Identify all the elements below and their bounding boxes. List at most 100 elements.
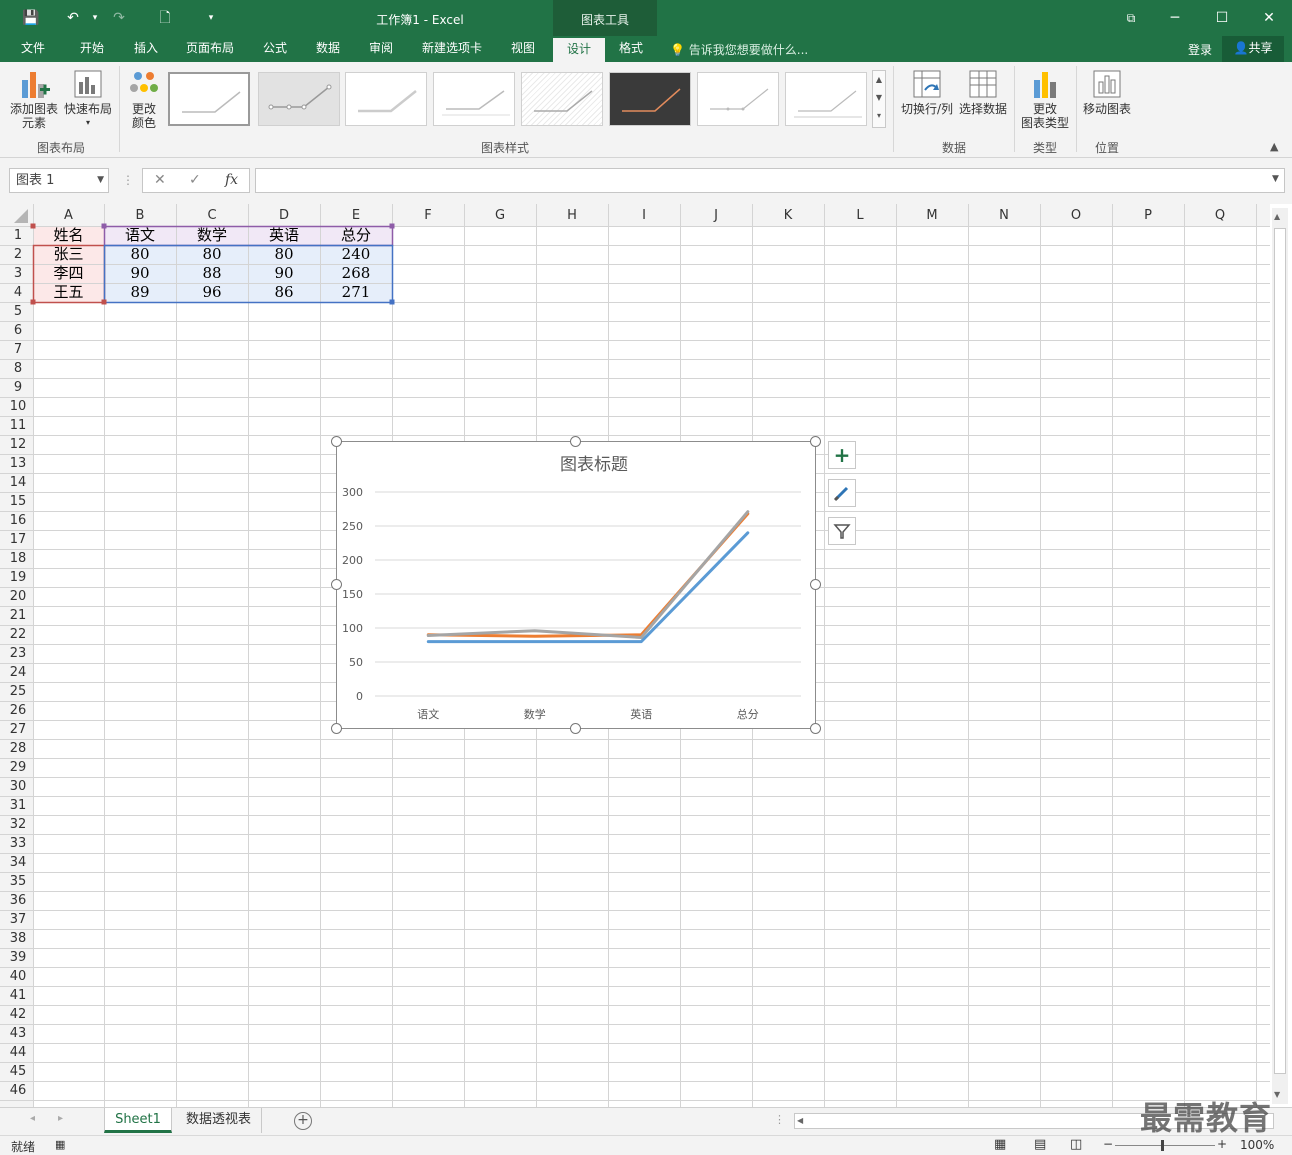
column-header[interactable]: M xyxy=(896,206,968,225)
vertical-scrollbar[interactable]: ▲ ▼ xyxy=(1272,208,1288,1104)
collapse-ribbon-icon[interactable]: ▲ xyxy=(1270,140,1278,153)
column-header[interactable]: N xyxy=(968,206,1040,225)
row-header[interactable]: 10 xyxy=(4,397,32,416)
row-header[interactable]: 9 xyxy=(4,378,32,397)
row-header[interactable]: 5 xyxy=(4,302,32,321)
row-header[interactable]: 19 xyxy=(4,568,32,587)
cell-D2[interactable]: 80 xyxy=(248,245,320,264)
row-header[interactable]: 42 xyxy=(4,1005,32,1024)
cell-C2[interactable]: 80 xyxy=(176,245,248,264)
series-line-1[interactable] xyxy=(426,531,750,644)
tab-file[interactable]: 文件 xyxy=(10,36,56,62)
zoom-slider-thumb[interactable] xyxy=(1161,1140,1164,1151)
tab-format[interactable]: 格式 xyxy=(608,36,654,62)
insert-function-icon[interactable]: fx xyxy=(225,172,238,188)
column-header[interactable]: Q xyxy=(1184,206,1256,225)
column-header[interactable]: G xyxy=(464,206,536,225)
zoom-in-icon[interactable]: + xyxy=(1217,1137,1227,1151)
resize-handle[interactable] xyxy=(331,579,342,590)
page-break-view-icon[interactable]: ◫ xyxy=(1070,1137,1082,1152)
row-header[interactable]: 37 xyxy=(4,910,32,929)
row-header[interactable]: 30 xyxy=(4,777,32,796)
row-header[interactable]: 39 xyxy=(4,948,32,967)
resize-handle[interactable] xyxy=(810,723,821,734)
scroll-left-icon[interactable]: ◀ xyxy=(797,1114,803,1128)
column-header[interactable]: O xyxy=(1040,206,1112,225)
cell-B3[interactable]: 90 xyxy=(104,264,176,283)
row-header[interactable]: 6 xyxy=(4,321,32,340)
normal-view-icon[interactable]: ▦ xyxy=(994,1137,1006,1152)
column-header[interactable]: P xyxy=(1112,206,1184,225)
tell-me-search[interactable]: 💡 告诉我您想要做什么... xyxy=(670,41,808,58)
row-header[interactable]: 23 xyxy=(4,644,32,663)
add-sheet-icon[interactable]: + xyxy=(294,1112,312,1130)
cell-A2[interactable]: 张三 xyxy=(33,245,104,264)
tab-design[interactable]: 设计 xyxy=(553,36,605,62)
zoom-out-icon[interactable]: − xyxy=(1103,1137,1113,1151)
resize-handle[interactable] xyxy=(331,723,342,734)
chart-style-8[interactable] xyxy=(785,72,867,126)
formula-input[interactable] xyxy=(255,168,1285,193)
row-header[interactable]: 36 xyxy=(4,891,32,910)
next-sheet-icon[interactable]: ▸ xyxy=(58,1113,63,1124)
column-header[interactable]: J xyxy=(680,206,752,225)
cell-A4[interactable]: 王五 xyxy=(33,283,104,302)
row-header[interactable]: 11 xyxy=(4,416,32,435)
ribbon-display-icon[interactable]: ⧉ xyxy=(1116,8,1146,28)
tab-review[interactable]: 审阅 xyxy=(360,36,402,62)
row-header[interactable]: 3 xyxy=(4,264,32,283)
scroll-down-icon[interactable]: ▼ xyxy=(1274,1090,1280,1099)
row-header[interactable]: 26 xyxy=(4,701,32,720)
tab-insert[interactable]: 插入 xyxy=(124,36,168,62)
column-header[interactable]: B xyxy=(104,206,176,225)
resize-handle[interactable] xyxy=(810,436,821,447)
cell-B1[interactable]: 语文 xyxy=(104,226,176,245)
row-header[interactable]: 45 xyxy=(4,1062,32,1081)
select-data-button[interactable]: 选择数据 xyxy=(956,68,1010,116)
cell-D4[interactable]: 86 xyxy=(248,283,320,302)
row-header[interactable]: 22 xyxy=(4,625,32,644)
vertical-scroll-thumb[interactable] xyxy=(1274,228,1286,1074)
maximize-icon[interactable]: ☐ xyxy=(1207,8,1237,28)
row-header[interactable]: 33 xyxy=(4,834,32,853)
row-header[interactable]: 41 xyxy=(4,986,32,1005)
row-header[interactable]: 32 xyxy=(4,815,32,834)
chart-filter-icon[interactable] xyxy=(828,517,856,545)
tab-data[interactable]: 数据 xyxy=(306,36,350,62)
tab-formulas[interactable]: 公式 xyxy=(254,36,296,62)
macro-record-icon[interactable]: ▦ xyxy=(55,1138,65,1151)
switch-row-column-button[interactable]: 切换行/列 xyxy=(898,68,956,116)
row-header[interactable]: 17 xyxy=(4,530,32,549)
row-header[interactable]: 16 xyxy=(4,511,32,530)
cell-E4[interactable]: 271 xyxy=(320,283,392,302)
row-header[interactable]: 46 xyxy=(4,1081,32,1100)
sign-in-link[interactable]: 登录 xyxy=(1188,41,1212,58)
tab-page-layout[interactable]: 页面布局 xyxy=(178,36,242,62)
row-header[interactable]: 2 xyxy=(4,245,32,264)
row-header[interactable]: 28 xyxy=(4,739,32,758)
row-header[interactable]: 1 xyxy=(4,226,32,245)
row-header[interactable]: 13 xyxy=(4,454,32,473)
row-header[interactable]: 15 xyxy=(4,492,32,511)
cell-B2[interactable]: 80 xyxy=(104,245,176,264)
row-header[interactable]: 31 xyxy=(4,796,32,815)
chart-title[interactable]: 图表标题 xyxy=(560,455,628,475)
resize-handle[interactable] xyxy=(810,579,821,590)
row-header[interactable]: 43 xyxy=(4,1024,32,1043)
cancel-icon[interactable]: ✕ xyxy=(154,172,166,188)
tab-home[interactable]: 开始 xyxy=(70,36,114,62)
gallery-more-icon[interactable]: ▾ xyxy=(873,107,885,125)
resize-handle[interactable] xyxy=(331,436,342,447)
cell-D3[interactable]: 90 xyxy=(248,264,320,283)
cell-A3[interactable]: 李四 xyxy=(33,264,104,283)
series-line-3[interactable] xyxy=(426,510,750,639)
chart-style-2[interactable] xyxy=(258,72,340,126)
column-header[interactable]: H xyxy=(536,206,608,225)
column-header[interactable]: A xyxy=(33,206,104,225)
change-colors-button[interactable]: 更改 颜色 xyxy=(122,68,166,130)
cell-B4[interactable]: 89 xyxy=(104,283,176,302)
page-layout-view-icon[interactable]: ▤ xyxy=(1034,1137,1046,1152)
row-header[interactable]: 35 xyxy=(4,872,32,891)
chart-styles-brush-icon[interactable] xyxy=(828,479,856,507)
row-header[interactable]: 40 xyxy=(4,967,32,986)
